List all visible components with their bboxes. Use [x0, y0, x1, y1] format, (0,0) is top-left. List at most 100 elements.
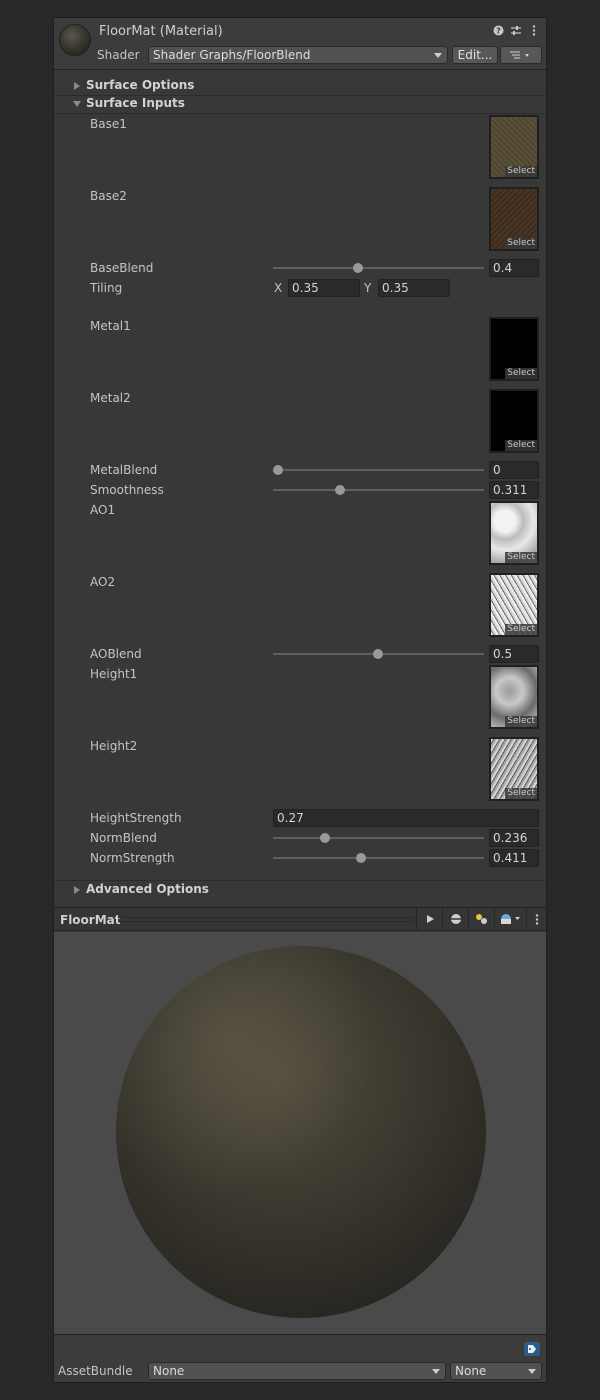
material-header: FloorMat (Material) ? Shader Shader Grap… — [54, 18, 546, 70]
foldout-label: Surface Inputs — [86, 96, 185, 110]
play-button[interactable] — [416, 908, 442, 930]
prop-label-height2: Height2 — [90, 739, 138, 753]
inspector-panel: FloorMat (Material) ? Shader Shader Grap… — [53, 17, 547, 1383]
assetbundle-variant-dropdown[interactable]: None — [450, 1362, 542, 1380]
normstrength-slider[interactable] — [273, 857, 484, 859]
edit-shader-button[interactable]: Edit... — [452, 46, 498, 64]
list-menu-button[interactable] — [500, 46, 542, 64]
prop-label-metal1: Metal1 — [90, 319, 131, 333]
baseblend-value-field[interactable]: 0.4 — [489, 259, 539, 277]
baseblend-slider[interactable] — [273, 267, 484, 269]
foldout-label: Advanced Options — [86, 882, 209, 896]
aoblend-slider-thumb[interactable] — [373, 649, 383, 659]
preview-lighting-button[interactable] — [468, 908, 494, 930]
aoblend-value-field[interactable]: 0.5 — [489, 645, 539, 663]
prop-label-smoothness: Smoothness — [90, 483, 164, 497]
preview-sphere — [116, 946, 486, 1318]
smoothness-slider-thumb[interactable] — [335, 485, 345, 495]
sphere-mesh-icon — [450, 914, 461, 924]
smoothness-slider[interactable] — [273, 489, 484, 491]
preview-drag-handle[interactable] — [118, 917, 414, 922]
prop-label-ao2: AO2 — [90, 575, 116, 589]
preview-more-button[interactable] — [526, 908, 546, 930]
preview-toolbar: FloorMat — [54, 907, 546, 931]
tiling-x-label: X — [274, 281, 283, 295]
prop-label-metalblend: MetalBlend — [90, 463, 158, 477]
texture-slot-height1[interactable]: Select — [489, 665, 539, 729]
tiling-x-field[interactable]: 0.35 — [288, 279, 360, 297]
normblend-slider[interactable] — [273, 837, 484, 839]
prop-label-ao1: AO1 — [90, 503, 116, 517]
list-menu-icon — [510, 51, 529, 59]
assetbundle-name-value: None — [153, 1364, 185, 1378]
triangle-right-icon — [74, 82, 80, 90]
prop-label-normblend: NormBlend — [90, 831, 157, 845]
preview-environment-button[interactable] — [494, 908, 526, 930]
prop-label-base2: Base2 — [90, 189, 127, 203]
prop-label-tiling: Tiling — [90, 281, 123, 295]
preview-mesh-button[interactable] — [442, 908, 468, 930]
heightstrength-value-field[interactable]: 0.27 — [273, 809, 539, 827]
texture-slot-ao1[interactable]: Select — [489, 501, 539, 565]
shader-label: Shader — [97, 48, 140, 62]
prop-label-base1: Base1 — [90, 117, 127, 131]
normblend-slider-thumb[interactable] — [320, 833, 330, 843]
prop-label-aoblend: AOBlend — [90, 647, 142, 661]
more-vert-icon — [535, 913, 538, 925]
foldout-surface-options[interactable]: Surface Options — [54, 77, 546, 95]
assetbundle-variant-value: None — [455, 1364, 487, 1378]
foldout-advanced-options[interactable]: Advanced Options — [54, 881, 546, 899]
tiling-y-label: Y — [364, 281, 372, 295]
prop-label-baseblend: BaseBlend — [90, 261, 154, 275]
texture-slot-base1[interactable]: Select — [489, 115, 539, 179]
chevron-down-icon — [434, 53, 442, 58]
select-texture-button[interactable]: Select — [505, 552, 537, 563]
shader-value: Shader Graphs/FloorBlend — [153, 48, 311, 62]
play-icon — [426, 915, 434, 923]
preset-sliders-icon[interactable] — [510, 24, 522, 36]
select-texture-button[interactable]: Select — [505, 238, 537, 249]
normstrength-slider-thumb[interactable] — [356, 853, 366, 863]
help-icon[interactable]: ? — [492, 24, 504, 36]
texture-slot-metal2[interactable]: Select — [489, 389, 539, 453]
texture-slot-base2[interactable]: Select — [489, 187, 539, 251]
select-texture-button[interactable]: Select — [505, 716, 537, 727]
texture-slot-ao2[interactable]: Select — [489, 573, 539, 637]
metalblend-slider-thumb[interactable] — [273, 465, 283, 475]
tiling-y-field[interactable]: 0.35 — [378, 279, 450, 297]
material-thumbnail — [59, 24, 91, 56]
foldout-surface-inputs[interactable]: Surface Inputs — [54, 95, 546, 113]
normstrength-value-field[interactable]: 0.411 — [489, 849, 539, 867]
select-texture-button[interactable]: Select — [505, 440, 537, 451]
environment-icon — [500, 914, 520, 924]
texture-slot-height2[interactable]: Select — [489, 737, 539, 801]
label-tag-icon[interactable] — [524, 1342, 540, 1356]
normblend-value-field[interactable]: 0.236 — [489, 829, 539, 847]
foldout-label: Surface Options — [86, 78, 195, 92]
assetbundle-name-dropdown[interactable]: None — [148, 1362, 446, 1380]
lighting-icon — [475, 914, 487, 924]
metalblend-slider[interactable] — [273, 469, 484, 471]
divider — [54, 113, 546, 114]
prop-label-height1: Height1 — [90, 667, 138, 681]
shader-dropdown[interactable]: Shader Graphs/FloorBlend — [148, 46, 448, 64]
prop-label-metal2: Metal2 — [90, 391, 131, 405]
select-texture-button[interactable]: Select — [505, 368, 537, 379]
texture-slot-metal1[interactable]: Select — [489, 317, 539, 381]
select-texture-button[interactable]: Select — [505, 788, 537, 799]
metalblend-value-field[interactable]: 0 — [489, 461, 539, 479]
select-texture-button[interactable]: Select — [505, 166, 537, 177]
triangle-down-icon — [73, 101, 81, 107]
material-title: FloorMat (Material) — [99, 24, 223, 39]
svg-text:?: ? — [496, 26, 501, 35]
select-texture-button[interactable]: Select — [505, 624, 537, 635]
prop-label-heightstrength: HeightStrength — [90, 811, 182, 825]
triangle-right-icon — [74, 886, 80, 894]
header-icons: ? — [492, 24, 540, 36]
smoothness-value-field[interactable]: 0.311 — [489, 481, 539, 499]
material-preview-viewport[interactable] — [54, 932, 546, 1334]
chevron-down-icon — [528, 1369, 536, 1374]
baseblend-slider-thumb[interactable] — [353, 263, 363, 273]
preview-title: FloorMat — [60, 913, 121, 927]
more-vert-icon[interactable] — [528, 24, 540, 36]
